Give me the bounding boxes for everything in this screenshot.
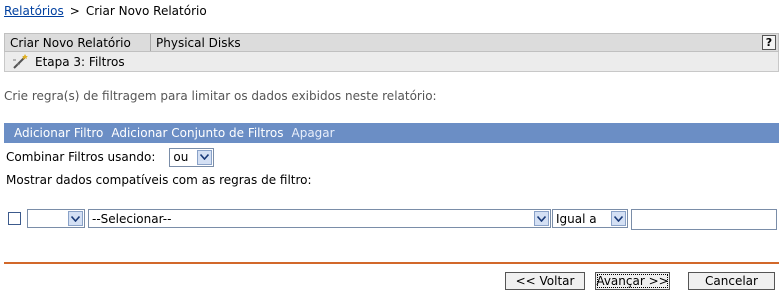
filter-operator-value: Igual a — [556, 211, 597, 226]
breadcrumb-current: Criar Novo Relatório — [85, 4, 207, 18]
chevron-down-icon — [611, 211, 626, 226]
breadcrumb-link-reports[interactable]: Relatórios — [4, 4, 64, 18]
step-bar: Etapa 3: Filtros — [4, 52, 779, 72]
filter-field-select[interactable] — [27, 209, 85, 228]
panel-header: Criar Novo Relatório Physical Disks ? — [4, 33, 779, 52]
filter-rule-row: --Selecionar-- Igual a — [8, 208, 778, 230]
filter-item-select[interactable]: --Selecionar-- — [88, 209, 551, 228]
filter-operator-select[interactable]: Igual a — [552, 209, 628, 228]
chevron-down-icon — [68, 211, 83, 226]
filter-item-value: --Selecionar-- — [92, 211, 172, 226]
back-button[interactable]: << Voltar — [505, 272, 585, 290]
show-matching-label: Mostrar dados compatíveis com as regras … — [6, 173, 312, 187]
breadcrumb-separator: > — [69, 4, 80, 18]
filter-row-checkbox[interactable] — [8, 212, 21, 225]
combine-filters-row: Combinar Filtros usando: ou — [6, 147, 215, 167]
breadcrumb: Relatórios > Criar Novo Relatório — [4, 3, 207, 19]
divider — [4, 262, 779, 264]
instruction-text: Crie regra(s) de filtragem para limitar … — [4, 89, 437, 103]
next-button[interactable]: Avançar >> — [595, 272, 670, 290]
help-button[interactable]: ? — [762, 35, 776, 50]
step-label: Etapa 3: Filtros — [35, 54, 125, 69]
cancel-button[interactable]: Cancelar — [688, 272, 775, 290]
add-filter-set-button[interactable]: Adicionar Conjunto de Filtros — [111, 126, 283, 140]
panel-title: Criar Novo Relatório — [5, 34, 151, 51]
combine-filters-label: Combinar Filtros usando: — [6, 150, 156, 164]
delete-button[interactable]: Apagar — [292, 126, 335, 140]
chevron-down-icon — [534, 211, 549, 226]
combine-operator-value: ou — [173, 150, 189, 164]
add-filter-button[interactable]: Adicionar Filtro — [14, 126, 103, 140]
wizard-wand-icon — [13, 53, 28, 69]
filter-value-input[interactable] — [631, 209, 777, 230]
chevron-down-icon — [197, 149, 213, 165]
panel-subtitle: Physical Disks — [156, 35, 241, 50]
filter-action-bar: Adicionar Filtro Adicionar Conjunto de F… — [4, 123, 779, 143]
combine-operator-select[interactable]: ou — [169, 147, 215, 167]
